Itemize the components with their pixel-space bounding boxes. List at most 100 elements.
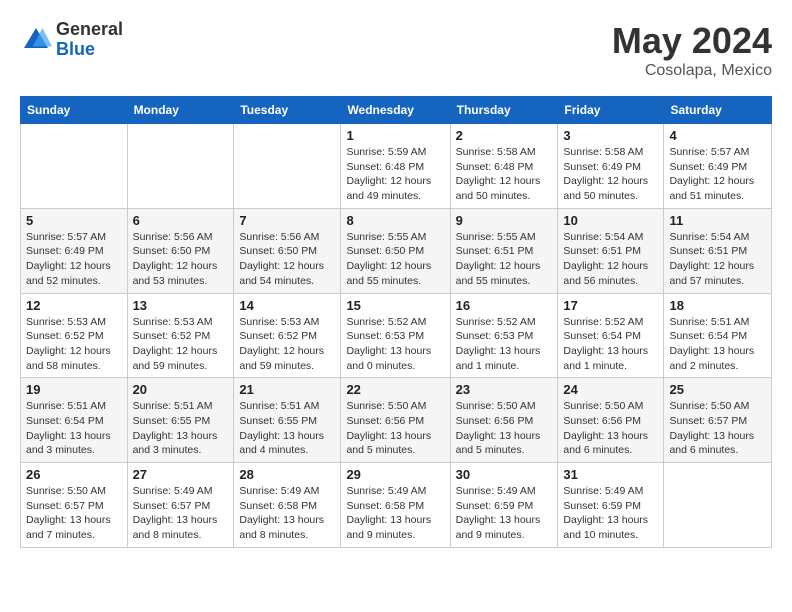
weekday-header-tuesday: Tuesday bbox=[234, 97, 341, 124]
month-title: May 2024 bbox=[612, 20, 772, 62]
day-info: Sunrise: 5:50 AM Sunset: 6:56 PM Dayligh… bbox=[346, 399, 444, 458]
day-info: Sunrise: 5:57 AM Sunset: 6:49 PM Dayligh… bbox=[26, 230, 122, 289]
weekday-header-wednesday: Wednesday bbox=[341, 97, 450, 124]
day-number: 15 bbox=[346, 298, 444, 313]
day-number: 13 bbox=[133, 298, 229, 313]
day-number: 18 bbox=[669, 298, 766, 313]
calendar-cell: 7 Sunrise: 5:56 AM Sunset: 6:50 PM Daylig… bbox=[234, 208, 341, 293]
calendar-cell: 8 Sunrise: 5:55 AM Sunset: 6:50 PM Daylig… bbox=[341, 208, 450, 293]
calendar-week-5: 26 Sunrise: 5:50 AM Sunset: 6:57 PM Dayli… bbox=[21, 463, 772, 548]
day-number: 24 bbox=[563, 382, 658, 397]
day-info: Sunrise: 5:58 AM Sunset: 6:48 PM Dayligh… bbox=[456, 145, 553, 204]
day-info: Sunrise: 5:50 AM Sunset: 6:56 PM Dayligh… bbox=[563, 399, 658, 458]
calendar-cell: 30Sunrise: 5:49 AM Sunset: 6:59 PM Dayli… bbox=[450, 463, 558, 548]
day-number: 3 bbox=[563, 128, 658, 143]
day-info: Sunrise: 5:53 AM Sunset: 6:52 PM Dayligh… bbox=[239, 315, 335, 374]
title-block: May 2024 Cosolapa, Mexico bbox=[612, 20, 772, 80]
calendar-cell: 16Sunrise: 5:52 AM Sunset: 6:53 PM Dayli… bbox=[450, 293, 558, 378]
weekday-header-thursday: Thursday bbox=[450, 97, 558, 124]
day-info: Sunrise: 5:59 AM Sunset: 6:48 PM Dayligh… bbox=[346, 145, 444, 204]
day-info: Sunrise: 5:56 AM Sunset: 6:50 PM Dayligh… bbox=[133, 230, 229, 289]
day-number: 22 bbox=[346, 382, 444, 397]
logo-blue-text: Blue bbox=[56, 40, 123, 60]
calendar-cell bbox=[21, 124, 128, 209]
calendar-cell: 20 Sunrise: 5:51 AM Sunset: 6:55 PM Dayli… bbox=[127, 378, 234, 463]
calendar-header-row: SundayMondayTuesdayWednesdayThursdayFrid… bbox=[21, 97, 772, 124]
day-number: 17 bbox=[563, 298, 658, 313]
day-number: 20 bbox=[133, 382, 229, 397]
day-number: 12 bbox=[26, 298, 122, 313]
day-number: 4 bbox=[669, 128, 766, 143]
calendar-cell: 19Sunrise: 5:51 AM Sunset: 6:54 PM Dayli… bbox=[21, 378, 128, 463]
weekday-header-monday: Monday bbox=[127, 97, 234, 124]
day-number: 7 bbox=[239, 213, 335, 228]
calendar-cell: 1 Sunrise: 5:59 AM Sunset: 6:48 PM Daylig… bbox=[341, 124, 450, 209]
day-number: 28 bbox=[239, 467, 335, 482]
calendar-cell bbox=[127, 124, 234, 209]
day-info: Sunrise: 5:55 AM Sunset: 6:51 PM Dayligh… bbox=[456, 230, 553, 289]
calendar-cell: 14 Sunrise: 5:53 AM Sunset: 6:52 PM Dayli… bbox=[234, 293, 341, 378]
calendar-cell: 28 Sunrise: 5:49 AM Sunset: 6:58 PM Dayli… bbox=[234, 463, 341, 548]
day-info: Sunrise: 5:49 AM Sunset: 6:59 PM Dayligh… bbox=[563, 484, 658, 543]
calendar-table: SundayMondayTuesdayWednesdayThursdayFrid… bbox=[20, 96, 772, 548]
day-number: 19 bbox=[26, 382, 122, 397]
day-number: 23 bbox=[456, 382, 553, 397]
day-number: 8 bbox=[346, 213, 444, 228]
day-number: 27 bbox=[133, 467, 229, 482]
location-text: Cosolapa, Mexico bbox=[612, 62, 772, 80]
day-info: Sunrise: 5:50 AM Sunset: 6:56 PM Dayligh… bbox=[456, 399, 553, 458]
day-number: 11 bbox=[669, 213, 766, 228]
calendar-week-3: 12 Sunrise: 5:53 AM Sunset: 6:52 PM Dayli… bbox=[21, 293, 772, 378]
day-number: 26 bbox=[26, 467, 122, 482]
day-info: Sunrise: 5:54 AM Sunset: 6:51 PM Dayligh… bbox=[669, 230, 766, 289]
day-number: 2 bbox=[456, 128, 553, 143]
calendar-cell: 10Sunrise: 5:54 AM Sunset: 6:51 PM Dayli… bbox=[558, 208, 664, 293]
day-info: Sunrise: 5:50 AM Sunset: 6:57 PM Dayligh… bbox=[669, 399, 766, 458]
calendar-cell: 27Sunrise: 5:49 AM Sunset: 6:57 PM Dayli… bbox=[127, 463, 234, 548]
logo-general-text: General bbox=[56, 20, 123, 40]
calendar-cell: 9 Sunrise: 5:55 AM Sunset: 6:51 PM Daylig… bbox=[450, 208, 558, 293]
day-number: 1 bbox=[346, 128, 444, 143]
calendar-cell: 31Sunrise: 5:49 AM Sunset: 6:59 PM Dayli… bbox=[558, 463, 664, 548]
day-info: Sunrise: 5:55 AM Sunset: 6:50 PM Dayligh… bbox=[346, 230, 444, 289]
calendar-cell: 25 Sunrise: 5:50 AM Sunset: 6:57 PM Dayli… bbox=[664, 378, 772, 463]
calendar-body: 1 Sunrise: 5:59 AM Sunset: 6:48 PM Daylig… bbox=[21, 124, 772, 548]
calendar-week-4: 19Sunrise: 5:51 AM Sunset: 6:54 PM Dayli… bbox=[21, 378, 772, 463]
calendar-week-1: 1 Sunrise: 5:59 AM Sunset: 6:48 PM Daylig… bbox=[21, 124, 772, 209]
weekday-header-saturday: Saturday bbox=[664, 97, 772, 124]
day-number: 21 bbox=[239, 382, 335, 397]
day-info: Sunrise: 5:56 AM Sunset: 6:50 PM Dayligh… bbox=[239, 230, 335, 289]
day-info: Sunrise: 5:49 AM Sunset: 6:58 PM Dayligh… bbox=[239, 484, 335, 543]
calendar-week-2: 5 Sunrise: 5:57 AM Sunset: 6:49 PM Daylig… bbox=[21, 208, 772, 293]
calendar-cell: 23 Sunrise: 5:50 AM Sunset: 6:56 PM Dayli… bbox=[450, 378, 558, 463]
day-info: Sunrise: 5:54 AM Sunset: 6:51 PM Dayligh… bbox=[563, 230, 658, 289]
calendar-cell: 22 Sunrise: 5:50 AM Sunset: 6:56 PM Dayli… bbox=[341, 378, 450, 463]
day-info: Sunrise: 5:49 AM Sunset: 6:58 PM Dayligh… bbox=[346, 484, 444, 543]
day-info: Sunrise: 5:53 AM Sunset: 6:52 PM Dayligh… bbox=[26, 315, 122, 374]
day-number: 6 bbox=[133, 213, 229, 228]
day-number: 25 bbox=[669, 382, 766, 397]
calendar-cell: 13 Sunrise: 5:53 AM Sunset: 6:52 PM Dayli… bbox=[127, 293, 234, 378]
day-number: 30 bbox=[456, 467, 553, 482]
day-info: Sunrise: 5:52 AM Sunset: 6:54 PM Dayligh… bbox=[563, 315, 658, 374]
calendar-cell: 2 Sunrise: 5:58 AM Sunset: 6:48 PM Daylig… bbox=[450, 124, 558, 209]
day-info: Sunrise: 5:57 AM Sunset: 6:49 PM Dayligh… bbox=[669, 145, 766, 204]
calendar-cell: 29Sunrise: 5:49 AM Sunset: 6:58 PM Dayli… bbox=[341, 463, 450, 548]
day-info: Sunrise: 5:51 AM Sunset: 6:55 PM Dayligh… bbox=[133, 399, 229, 458]
day-number: 5 bbox=[26, 213, 122, 228]
calendar-cell: 15 Sunrise: 5:52 AM Sunset: 6:53 PM Dayli… bbox=[341, 293, 450, 378]
day-info: Sunrise: 5:52 AM Sunset: 6:53 PM Dayligh… bbox=[346, 315, 444, 374]
calendar-cell: 6 Sunrise: 5:56 AM Sunset: 6:50 PM Daylig… bbox=[127, 208, 234, 293]
day-info: Sunrise: 5:58 AM Sunset: 6:49 PM Dayligh… bbox=[563, 145, 658, 204]
day-number: 14 bbox=[239, 298, 335, 313]
calendar-cell: 4 Sunrise: 5:57 AM Sunset: 6:49 PM Daylig… bbox=[664, 124, 772, 209]
day-info: Sunrise: 5:53 AM Sunset: 6:52 PM Dayligh… bbox=[133, 315, 229, 374]
calendar-cell: 5 Sunrise: 5:57 AM Sunset: 6:49 PM Daylig… bbox=[21, 208, 128, 293]
calendar-cell bbox=[664, 463, 772, 548]
logo: General Blue bbox=[20, 20, 123, 60]
calendar-cell: 11 Sunrise: 5:54 AM Sunset: 6:51 PM Dayli… bbox=[664, 208, 772, 293]
day-info: Sunrise: 5:51 AM Sunset: 6:54 PM Dayligh… bbox=[669, 315, 766, 374]
day-info: Sunrise: 5:50 AM Sunset: 6:57 PM Dayligh… bbox=[26, 484, 122, 543]
page-header: General Blue May 2024 Cosolapa, Mexico bbox=[20, 20, 772, 80]
day-number: 9 bbox=[456, 213, 553, 228]
